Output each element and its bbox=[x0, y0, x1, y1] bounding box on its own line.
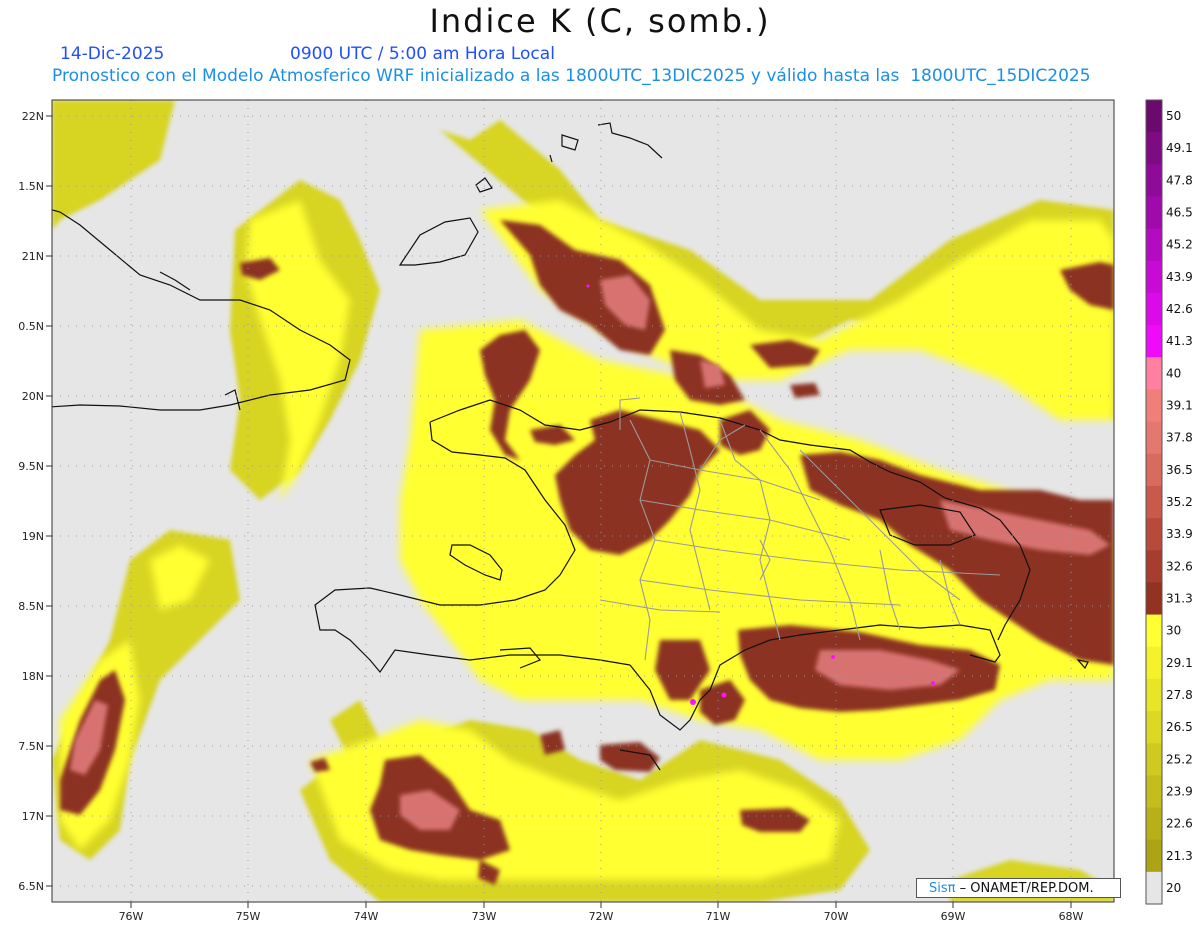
colorbar-swatch bbox=[1146, 196, 1162, 230]
colorbar-label: 32.6 bbox=[1166, 559, 1193, 573]
colorbar-label: 42.6 bbox=[1166, 302, 1193, 316]
k-index-map: 22N 1.5N 21N 0.5N 20N 9.5N 19N 8.5N 18N … bbox=[18, 99, 1193, 923]
colorbar-swatch bbox=[1146, 100, 1162, 133]
colorbar-label: 50 bbox=[1166, 109, 1181, 123]
colorbar-label: 33.9 bbox=[1166, 527, 1193, 541]
colorbar: 50 49.1 47.8 46.5 45.2 43.9 42.6 41.3 40 39.1 37.8… bbox=[1145, 99, 1193, 905]
colorbar-swatch bbox=[1146, 260, 1162, 294]
lat-label: 19N bbox=[22, 530, 44, 543]
lat-label: 17N bbox=[22, 810, 44, 823]
colorbar-swatch bbox=[1146, 518, 1162, 551]
colorbar-swatch bbox=[1146, 292, 1162, 326]
colorbar-label: 45.2 bbox=[1166, 238, 1193, 252]
lon-label: 70W bbox=[824, 910, 849, 923]
credit-text: – ONAMET/REP.DOM. bbox=[959, 881, 1094, 896]
colorbar-label: 41.3 bbox=[1166, 334, 1193, 348]
colorbar-swatch bbox=[1146, 453, 1162, 487]
colorbar-label: 26.5 bbox=[1166, 720, 1193, 734]
longitude-labels: 76W 75W 74W 73W 72W 71W 70W 69W 68W bbox=[119, 910, 1084, 923]
colorbar-swatch bbox=[1146, 711, 1162, 744]
colorbar-swatch bbox=[1146, 421, 1162, 455]
colorbar-label: 39.1 bbox=[1166, 399, 1193, 413]
lon-label: 73W bbox=[472, 910, 497, 923]
lat-label: 9.5N bbox=[18, 460, 44, 473]
colorbar-swatch bbox=[1146, 228, 1162, 262]
lat-label: 18N bbox=[22, 670, 44, 683]
colorbar-label: 49.1 bbox=[1166, 141, 1193, 155]
credit-box: Sisπ – ONAMET/REP.DOM. bbox=[916, 878, 1121, 898]
colorbar-swatch bbox=[1146, 550, 1162, 583]
colorbar-swatch bbox=[1146, 646, 1162, 680]
lat-label: 8.5N bbox=[18, 600, 44, 613]
lon-label: 76W bbox=[119, 910, 144, 923]
colorbar-swatch bbox=[1146, 389, 1162, 423]
colorbar-label: 22.6 bbox=[1166, 817, 1193, 831]
colorbar-label: 35.2 bbox=[1166, 495, 1193, 509]
colorbar-label: 29.1 bbox=[1166, 656, 1193, 670]
colorbar-swatch bbox=[1146, 839, 1162, 873]
lat-label: 6.5N bbox=[18, 880, 44, 893]
colorbar-swatch bbox=[1146, 775, 1162, 809]
colorbar-swatch bbox=[1146, 678, 1162, 712]
colorbar-label: 23.9 bbox=[1166, 784, 1193, 798]
colorbar-swatch bbox=[1146, 164, 1162, 197]
colorbar-label: 20 bbox=[1166, 881, 1181, 895]
colorbar-label: 21.3 bbox=[1166, 849, 1193, 863]
lon-label: 71W bbox=[706, 910, 731, 923]
lon-label: 69W bbox=[941, 910, 966, 923]
colorbar-swatch bbox=[1146, 582, 1162, 616]
lat-label: 20N bbox=[22, 390, 44, 403]
colorbar-label: 37.8 bbox=[1166, 431, 1193, 445]
colorbar-swatch bbox=[1146, 743, 1162, 776]
colorbar-swatch bbox=[1146, 132, 1162, 165]
lon-label: 72W bbox=[589, 910, 614, 923]
colorbar-swatch bbox=[1146, 325, 1162, 358]
colorbar-swatch bbox=[1146, 485, 1162, 519]
lat-label: 22N bbox=[22, 110, 44, 123]
lon-label: 75W bbox=[236, 910, 261, 923]
latitude-labels: 22N 1.5N 21N 0.5N 20N 9.5N 19N 8.5N 18N … bbox=[18, 110, 44, 893]
lon-label: 68W bbox=[1059, 910, 1084, 923]
colorbar-label: 43.9 bbox=[1166, 270, 1193, 284]
colorbar-swatch bbox=[1146, 871, 1162, 905]
colorbar-label: 40 bbox=[1166, 366, 1181, 380]
colorbar-label: 46.5 bbox=[1166, 206, 1193, 220]
lat-label: 1.5N bbox=[18, 180, 44, 193]
colorbar-swatch bbox=[1146, 614, 1162, 648]
colorbar-label: 25.2 bbox=[1166, 752, 1193, 766]
colorbar-swatch bbox=[1146, 807, 1162, 841]
lat-label: 0.5N bbox=[18, 320, 44, 333]
colorbar-label: 27.8 bbox=[1166, 688, 1193, 702]
sispi-logo: Sisπ bbox=[929, 881, 956, 896]
colorbar-label: 36.5 bbox=[1166, 463, 1193, 477]
colorbar-label: 30 bbox=[1166, 624, 1181, 638]
lat-label: 7.5N bbox=[18, 740, 44, 753]
colorbar-label: 31.3 bbox=[1166, 591, 1193, 605]
colorbar-swatch bbox=[1146, 357, 1162, 390]
lon-label: 74W bbox=[354, 910, 379, 923]
colorbar-label: 47.8 bbox=[1166, 173, 1193, 187]
lat-label: 21N bbox=[22, 250, 44, 263]
